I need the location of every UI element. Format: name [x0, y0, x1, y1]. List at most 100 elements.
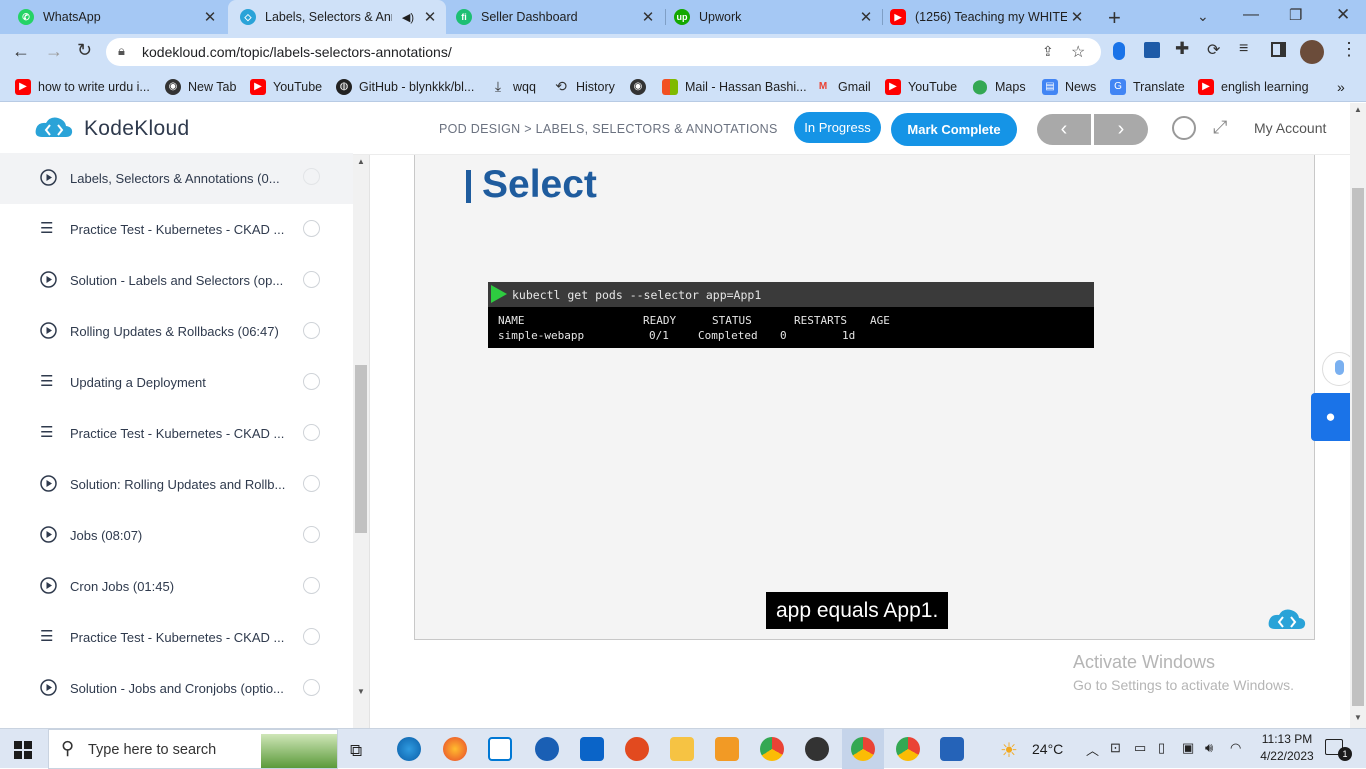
lesson-status-circle[interactable]: [303, 424, 320, 441]
bookmark-item[interactable]: ⬤ Maps: [972, 71, 1025, 102]
back-icon[interactable]: ←: [12, 41, 30, 62]
wifi-icon[interactable]: ◠: [1230, 740, 1241, 756]
weather-temperature[interactable]: 24°C: [1032, 741, 1063, 757]
tray-network-icon[interactable]: ⊡: [1110, 740, 1121, 756]
forward-icon[interactable]: →: [45, 41, 63, 62]
chrome-profile-icon[interactable]: [896, 737, 920, 761]
lesson-item[interactable]: Solution: Rolling Updates and Rollb...: [0, 459, 353, 510]
lesson-status-circle[interactable]: [303, 475, 320, 492]
page-scrollbar[interactable]: ▲ ▼: [1350, 103, 1366, 728]
scroll-down-icon[interactable]: ▼: [357, 687, 365, 696]
lesson-item[interactable]: Solution - Jobs and Cronjobs (optio...: [0, 663, 353, 714]
chat-widget-icon[interactable]: ●: [1311, 393, 1350, 441]
scroll-down-icon[interactable]: ▼: [1354, 713, 1362, 722]
scroll-up-icon[interactable]: ▲: [1354, 105, 1362, 114]
url-text[interactable]: kodekloud.com/topic/labels-selectors-ann…: [142, 44, 452, 60]
site-logo-text[interactable]: KodeKloud: [84, 117, 189, 141]
task-view-icon[interactable]: ⧉: [350, 741, 362, 761]
tab-seller-dashboard[interactable]: fi Seller Dashboard ✕: [448, 0, 664, 34]
lesson-status-circle[interactable]: [303, 577, 320, 594]
tab-upwork[interactable]: up Upwork ✕: [666, 0, 882, 34]
camera-app-icon[interactable]: [805, 737, 829, 761]
bookmark-item[interactable]: ▶ english learning: [1198, 71, 1309, 102]
notification-badge[interactable]: 1: [1338, 747, 1352, 761]
dark-mode-icon[interactable]: [1172, 116, 1196, 140]
weather-icon[interactable]: ☀: [1000, 738, 1018, 763]
close-icon[interactable]: ✕: [856, 8, 876, 26]
reload-icon[interactable]: ↻: [77, 40, 92, 61]
prev-lesson-button[interactable]: ‹: [1037, 114, 1091, 145]
lesson-item-active[interactable]: Labels, Selectors & Annotations (0...: [0, 153, 353, 204]
speaker-icon[interactable]: ◀): [402, 11, 414, 24]
bookmark-item[interactable]: ▶ YouTube: [885, 71, 957, 102]
mark-complete-button[interactable]: Mark Complete: [891, 113, 1017, 146]
lesson-item[interactable]: Jobs (08:07): [0, 510, 353, 561]
tab-kodekloud[interactable]: ◇ Labels, Selectors & Annotations ◀) ✕: [228, 0, 446, 34]
close-icon[interactable]: ✕: [1067, 8, 1087, 26]
tray-display-icon[interactable]: ▭: [1134, 740, 1146, 756]
mail-icon[interactable]: [580, 737, 604, 761]
microphone-icon[interactable]: [1113, 42, 1125, 60]
address-bar[interactable]: 🔒︎ kodekloud.com/topic/labels-selectors-…: [106, 38, 1101, 66]
tab-youtube[interactable]: ▶ (1256) Teaching my WHITE fr ✕: [883, 0, 1099, 34]
bookmark-item[interactable]: ▶ how to write urdu i...: [15, 71, 150, 102]
lesson-status-circle[interactable]: [303, 679, 320, 696]
lesson-item[interactable]: Cron Jobs (01:45): [0, 561, 353, 612]
file-explorer-icon[interactable]: [670, 737, 694, 761]
bookmark-item[interactable]: G Translate: [1110, 71, 1185, 102]
tab-search-icon[interactable]: ⌄: [1197, 8, 1209, 25]
share-icon[interactable]: ⇪: [1042, 43, 1054, 60]
bookmark-star-icon[interactable]: ☆: [1071, 42, 1085, 62]
settings-app-icon[interactable]: [715, 737, 739, 761]
sidebar-scroll-thumb[interactable]: [355, 365, 367, 533]
lesson-status-circle[interactable]: [303, 271, 320, 288]
fullscreen-icon[interactable]: ⤢: [1213, 117, 1227, 138]
bookmark-item[interactable]: ◉: [630, 71, 653, 102]
bookmark-item[interactable]: ⟲ History: [553, 71, 615, 102]
video-player[interactable]: Select kubectl get pods --selector app=A…: [414, 155, 1315, 640]
lesson-item[interactable]: ☰ Practice Test - Kubernetes - CKAD ...: [0, 204, 353, 255]
close-icon[interactable]: ✕: [420, 8, 440, 26]
lesson-status-circle[interactable]: [303, 526, 320, 543]
bookmark-item[interactable]: Mail - Hassan Bashi...: [662, 71, 807, 102]
edge-icon[interactable]: [397, 737, 421, 761]
store-icon[interactable]: [488, 737, 512, 761]
extensions-icon[interactable]: ✚: [1175, 39, 1189, 59]
lesson-status-circle[interactable]: [303, 220, 320, 237]
window-close-icon[interactable]: ✕: [1336, 5, 1350, 25]
my-account-link[interactable]: My Account: [1254, 120, 1326, 136]
restore-icon[interactable]: ❐: [1289, 6, 1302, 24]
lesson-item[interactable]: ☰ Updating a Deployment: [0, 357, 353, 408]
close-icon[interactable]: ✕: [200, 8, 220, 26]
in-progress-button[interactable]: In Progress: [794, 112, 881, 143]
bookmark-item[interactable]: ▶ YouTube: [250, 71, 322, 102]
next-lesson-button[interactable]: ›: [1094, 114, 1148, 145]
bookmark-item[interactable]: ▤ News: [1042, 71, 1096, 102]
bookmark-item[interactable]: ◉ New Tab: [165, 71, 236, 102]
menu-icon[interactable]: ⋮: [1340, 39, 1358, 60]
sidebar-scrollbar[interactable]: ▲ ▼: [353, 155, 369, 728]
profile-avatar[interactable]: [1300, 40, 1324, 64]
bookmark-item[interactable]: M Gmail: [815, 71, 871, 102]
chrome-profile-icon[interactable]: [851, 737, 875, 761]
more-bookmarks-icon[interactable]: »: [1337, 71, 1345, 102]
firefox-icon[interactable]: [443, 737, 467, 761]
lesson-status-circle[interactable]: [303, 628, 320, 645]
extension-download-icon[interactable]: [1144, 42, 1160, 58]
new-tab-button[interactable]: +: [1108, 5, 1121, 31]
scroll-up-icon[interactable]: ▲: [357, 157, 365, 166]
close-icon[interactable]: ✕: [638, 8, 658, 26]
lesson-status-circle[interactable]: [303, 373, 320, 390]
media-control-icon[interactable]: ≡: [1239, 40, 1248, 58]
lesson-item[interactable]: ☰ Practice Test - Kubernetes - CKAD ...: [0, 612, 353, 663]
bookmark-item[interactable]: ◍ GitHub - blynkkk/bl...: [336, 71, 474, 102]
extension-icon[interactable]: ⟳: [1207, 40, 1220, 60]
lock-icon[interactable]: 🔒︎: [118, 43, 125, 59]
page-scroll-thumb[interactable]: [1352, 188, 1364, 706]
taskbar-search-box[interactable]: ⚲ Type here to search: [48, 729, 338, 769]
app-icon[interactable]: [625, 737, 649, 761]
lesson-item[interactable]: ☰ Practice Test - Kubernetes - CKAD ...: [0, 408, 353, 459]
clock-date[interactable]: 4/22/2023: [1255, 749, 1319, 763]
skype-icon[interactable]: [535, 737, 559, 761]
tray-meet-icon[interactable]: ▣: [1182, 740, 1194, 756]
